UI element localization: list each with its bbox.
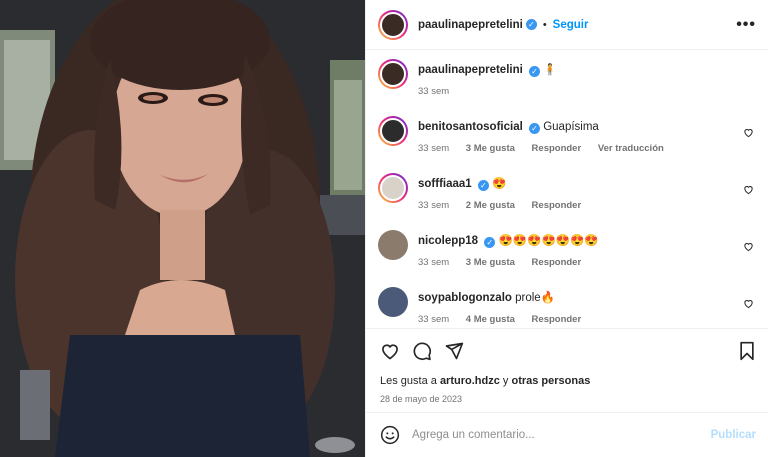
verified-icon: ✓: [477, 180, 489, 191]
comment-username[interactable]: sofffiaaa1: [418, 178, 472, 190]
reply-button[interactable]: Responder: [532, 314, 582, 325]
likes-prefix: Les gusta a: [380, 375, 437, 387]
reply-button[interactable]: Responder: [532, 200, 582, 211]
comment-row: sofffiaaa1 ✓ 😍 33 sem 2 Me gusta Respond…: [378, 172, 754, 214]
comment-time[interactable]: 33 sem: [418, 200, 449, 211]
comment-text: Guapísima: [543, 121, 599, 133]
reply-button[interactable]: Responder: [532, 143, 582, 154]
comment-icon[interactable]: [412, 341, 432, 361]
comment-input[interactable]: Agrega un comentario...: [412, 429, 711, 441]
comment-username[interactable]: soypablogonzalo: [418, 292, 512, 304]
comment-row: benitosantosoficial ✓ Guapísima 33 sem 3…: [378, 115, 754, 157]
verified-icon: ✓: [529, 66, 541, 77]
more-options-icon[interactable]: •••: [736, 16, 756, 34]
post-header: paaulinapepretelini ✓ • Seguir •••: [366, 0, 768, 50]
publish-button[interactable]: Publicar: [711, 429, 756, 441]
caption-row: paaulinapepretelini ✓ 🧍 33 sem: [378, 58, 754, 100]
comment-time[interactable]: 33 sem: [418, 257, 449, 268]
post-actions: Les gusta a arturo.hdzc y otras personas…: [366, 328, 768, 412]
comment-username[interactable]: nicolepp18: [418, 235, 478, 247]
comment-time[interactable]: 33 sem: [418, 143, 449, 154]
comment-text: prole🔥: [515, 292, 556, 304]
heart-icon[interactable]: [743, 298, 754, 309]
comment-username[interactable]: benitosantosoficial: [418, 121, 523, 133]
share-icon[interactable]: [444, 341, 464, 361]
commenter-avatar[interactable]: [378, 173, 408, 203]
heart-icon[interactable]: [743, 241, 754, 252]
commenter-avatar[interactable]: [378, 287, 408, 317]
comment-text: 😍😍😍😍😍😍😍: [498, 235, 599, 247]
author-avatar[interactable]: [378, 9, 408, 40]
comment-likes[interactable]: 3 Me gusta: [466, 257, 515, 268]
comment-time[interactable]: 33 sem: [418, 314, 449, 325]
caption-time[interactable]: 33 sem: [418, 86, 449, 97]
follow-button[interactable]: Seguir: [553, 19, 589, 31]
reply-button[interactable]: Responder: [532, 257, 582, 268]
comment-text: 😍: [492, 178, 507, 190]
caption-avatar[interactable]: [378, 59, 408, 89]
post-photo[interactable]: [0, 0, 365, 457]
comment-likes[interactable]: 4 Me gusta: [466, 314, 515, 325]
likes-others-link[interactable]: otras personas: [511, 375, 590, 387]
author-username[interactable]: paaulinapepretelini: [418, 19, 523, 31]
heart-icon[interactable]: [743, 127, 754, 138]
emoji-icon[interactable]: [380, 425, 400, 445]
post-image: [0, 0, 365, 457]
comment-row: soypablogonzalo prole🔥 33 sem 4 Me gusta…: [378, 286, 754, 328]
likes-joiner: y: [502, 375, 509, 387]
verified-icon: ✓: [484, 237, 496, 248]
save-icon[interactable]: [738, 341, 756, 361]
post-modal: paaulinapepretelini ✓ • Seguir ••• paaul…: [0, 0, 768, 457]
verified-icon: ✓: [529, 123, 540, 134]
caption-username[interactable]: paaulinapepretelini: [418, 64, 523, 76]
heart-icon[interactable]: [743, 184, 754, 195]
caption-text: 🧍: [543, 64, 557, 76]
verified-icon: ✓: [525, 19, 537, 30]
comment-likes[interactable]: 2 Me gusta: [466, 200, 515, 211]
post-date[interactable]: 28 de mayo de 2023: [380, 394, 756, 404]
comments-list[interactable]: paaulinapepretelini ✓ 🧍 33 sem benitosan…: [366, 50, 768, 328]
likes-summary: Les gusta a arturo.hdzc y otras personas: [380, 375, 756, 387]
add-comment-bar: Agrega un comentario... Publicar: [366, 412, 768, 457]
translate-button[interactable]: Ver traducción: [598, 143, 664, 154]
separator-dot: •: [542, 18, 547, 31]
commenter-avatar[interactable]: [378, 230, 408, 260]
comments-panel: paaulinapepretelini ✓ • Seguir ••• paaul…: [365, 0, 768, 457]
comment-likes[interactable]: 3 Me gusta: [466, 143, 515, 154]
commenter-avatar[interactable]: [378, 116, 408, 146]
liker-username[interactable]: arturo.hdzc: [440, 375, 500, 387]
comment-row: nicolepp18 ✓ 😍😍😍😍😍😍😍 33 sem 3 Me gusta R…: [378, 229, 754, 271]
like-icon[interactable]: [380, 341, 400, 361]
